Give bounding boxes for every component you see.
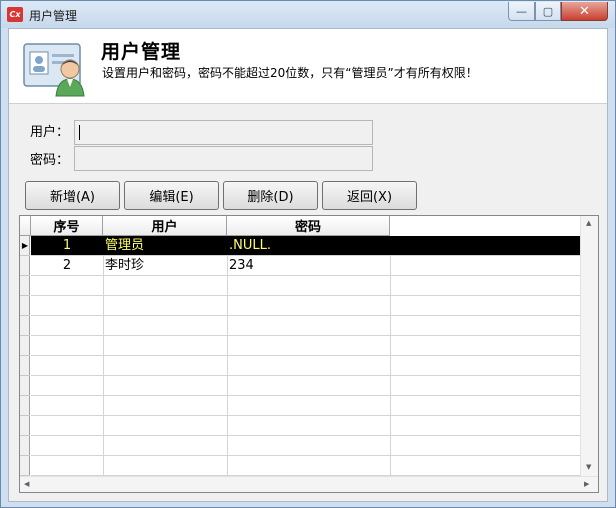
title-bar[interactable]: Cx 用户管理 — ▢ ✕ [1, 1, 615, 28]
empty-row[interactable] [31, 456, 580, 476]
close-icon: ✕ [579, 3, 590, 19]
user-table[interactable]: 序号 用户 密码 1 管理员 .NULL. ▶ 2 李时珍 234 ▲ ▼ ◀ ▶ [19, 215, 599, 493]
row-indicator [20, 436, 30, 456]
row-indicator [20, 396, 30, 416]
empty-row[interactable] [31, 436, 580, 456]
window-title: 用户管理 [29, 9, 78, 23]
empty-row[interactable] [31, 376, 580, 396]
scroll-down-icon[interactable]: ▼ [586, 463, 591, 471]
row-indicator [20, 276, 30, 296]
user-label: 用户： [30, 125, 70, 140]
row-indicator [20, 376, 30, 396]
cell-password: 234 [229, 258, 254, 273]
page-description: 设置用户和密码，密码不能超过20位数，只有“管理员”才有所有权限！ [102, 66, 478, 80]
empty-row[interactable] [31, 276, 580, 296]
delete-button[interactable]: 删除(D) [223, 181, 318, 210]
text-caret [79, 125, 80, 140]
close-button[interactable]: ✕ [561, 2, 608, 21]
minimize-button[interactable]: — [508, 2, 535, 21]
maximize-icon: ▢ [542, 4, 554, 18]
row-indicator [20, 316, 30, 336]
empty-row[interactable] [31, 336, 580, 356]
app-window: Cx 用户管理 — ▢ ✕ 用户管理 设置用户和密码，密码不能超过20位数，只有… [0, 0, 616, 508]
table-row[interactable]: 1 管理员 .NULL. [31, 236, 580, 256]
cell-index: 1 [62, 238, 72, 253]
cell-index: 2 [62, 258, 72, 273]
empty-row[interactable] [31, 316, 580, 336]
page-title: 用户管理 [101, 41, 182, 63]
table-row[interactable]: 2 李时珍 234 [31, 256, 580, 276]
maximize-button[interactable]: ▢ [535, 2, 561, 21]
row-indicator [20, 336, 30, 356]
user-input[interactable] [74, 120, 373, 145]
row-indicator [20, 296, 30, 316]
row-indicator [20, 256, 30, 276]
header-panel: 用户管理 设置用户和密码，密码不能超过20位数，只有“管理员”才有所有权限！ [9, 29, 607, 104]
horizontal-scrollbar[interactable]: ◀ ▶ [20, 476, 598, 492]
column-header-password[interactable]: 密码 [227, 216, 390, 236]
cell-user: 李时珍 [105, 258, 145, 273]
row-indicator [20, 456, 30, 476]
back-button[interactable]: 返回(X) [322, 181, 417, 210]
password-input[interactable] [74, 146, 373, 171]
edit-button[interactable]: 编辑(E) [124, 181, 219, 210]
column-header-user[interactable]: 用户 [103, 216, 227, 236]
cell-user: 管理员 [105, 238, 145, 253]
row-indicator [20, 356, 30, 376]
empty-row[interactable] [31, 416, 580, 436]
empty-row[interactable] [31, 396, 580, 416]
row-indicator [20, 416, 30, 436]
column-header-index[interactable]: 序号 [31, 216, 103, 236]
app-icon: Cx [7, 7, 23, 22]
vertical-scrollbar[interactable]: ▲ ▼ [580, 216, 598, 476]
current-row-icon: ▶ [20, 236, 30, 256]
empty-row[interactable] [31, 356, 580, 376]
user-card-icon [23, 43, 85, 97]
cell-password: .NULL. [229, 238, 271, 253]
empty-row[interactable] [31, 296, 580, 316]
client-area: 用户管理 设置用户和密码，密码不能超过20位数，只有“管理员”才有所有权限！ 用… [8, 28, 608, 502]
password-label: 密码： [30, 153, 70, 168]
scroll-left-icon[interactable]: ◀ [24, 480, 29, 488]
add-button[interactable]: 新增(A) [25, 181, 120, 210]
scroll-right-icon[interactable]: ▶ [584, 480, 589, 488]
scroll-up-icon[interactable]: ▲ [586, 219, 591, 227]
minimize-icon: — [516, 4, 527, 18]
table-corner [20, 216, 31, 236]
